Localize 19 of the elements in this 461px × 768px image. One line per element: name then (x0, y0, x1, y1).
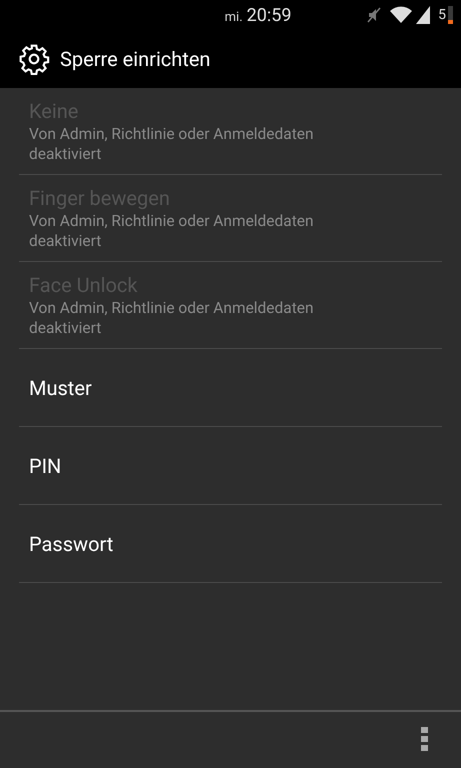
list-item[interactable]: PIN (19, 427, 442, 505)
day-label: mi. (224, 8, 243, 26)
item-summary: Von Admin, Richtlinie oder Anmeldedaten deaktiviert (29, 124, 315, 164)
overflow-menu-icon[interactable] (421, 727, 429, 753)
mute-icon (366, 6, 382, 24)
wifi-icon (390, 6, 412, 24)
signal-icon (416, 6, 430, 24)
battery-level: 5 (438, 6, 446, 24)
list-item[interactable]: Muster (19, 349, 442, 427)
settings-icon[interactable] (18, 43, 50, 75)
item-summary: Von Admin, Richtlinie oder Anmeldedaten deaktiviert (29, 211, 315, 251)
battery-icon (448, 6, 453, 24)
screen-title: Sperre einrichten (60, 46, 210, 73)
item-title: PIN (29, 452, 62, 478)
clock-time: 20:59 (246, 4, 292, 28)
list-item[interactable]: Passwort (19, 505, 442, 583)
item-title: Muster (29, 374, 93, 400)
item-title: Passwort (29, 530, 114, 556)
item-summary: Von Admin, Richtlinie oder Anmeldedaten deaktiviert (29, 298, 315, 338)
